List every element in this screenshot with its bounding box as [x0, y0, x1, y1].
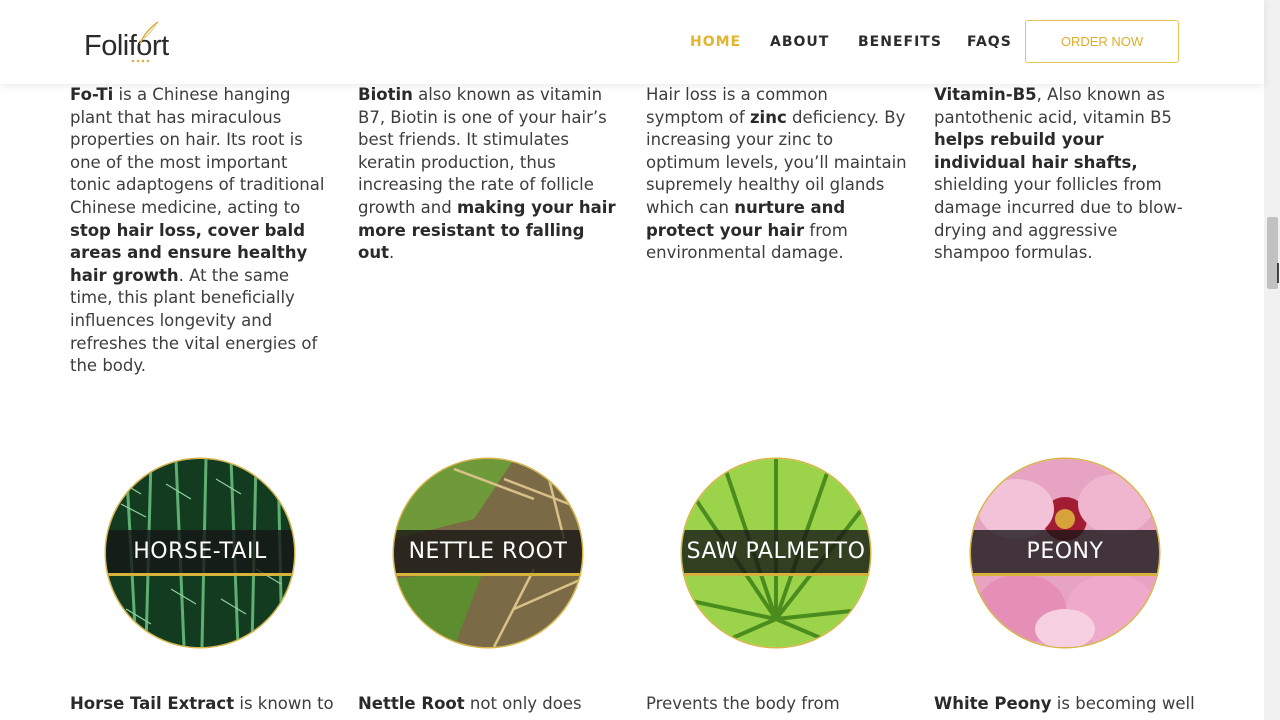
- fo-ti-description: Fo-Ti is a Chinese hanging plant that ha…: [70, 84, 332, 378]
- peony-image: PEONY: [971, 459, 1159, 647]
- text-segment: Vitamin-B5: [934, 85, 1037, 104]
- horsetail-label: HORSE-TAIL: [133, 539, 267, 564]
- text-segment: shielding your follicles from damage inc…: [934, 175, 1183, 263]
- nav-faqs[interactable]: FAQS: [967, 34, 1012, 50]
- peony-description: White Peony is becoming well: [934, 694, 1195, 713]
- nav-benefits[interactable]: BENEFITS: [858, 34, 942, 50]
- text-segment: zinc: [749, 107, 787, 127]
- text-segment: Fo-Ti: [70, 85, 114, 104]
- logo-dots-icon: [131, 59, 150, 63]
- order-now-button[interactable]: ORDER NOW: [1025, 20, 1179, 63]
- text-segment: Biotin: [358, 85, 413, 104]
- saw-palmetto-image: SAW PALMETTO: [682, 459, 870, 647]
- nav-about[interactable]: ABOUT: [770, 34, 829, 50]
- nettle-root-description: Nettle Root not only does: [358, 694, 582, 713]
- text-cursor-icon: [1277, 263, 1279, 283]
- saw-palmetto-description: Prevents the body from: [646, 694, 840, 713]
- logo-leaf-icon: [139, 21, 159, 45]
- site-header: Folifort HOME ABOUT BENEFITS FAQS ORDER …: [0, 0, 1264, 84]
- saw-palmetto-label: SAW PALMETTO: [686, 539, 866, 564]
- nettle-root-image: NETTLE ROOT: [394, 459, 582, 647]
- horsetail-description: Horse Tail Extract is known to: [70, 694, 334, 713]
- text-segment: .: [388, 243, 395, 263]
- text-segment: helps rebuild your individual hair shaft…: [934, 130, 1138, 172]
- text-segment: is a Chinese hanging plant that has mira…: [70, 85, 325, 217]
- biotin-description: Biotin also known as vitamin B7, Biotin …: [358, 84, 620, 265]
- nettle-root-label: NETTLE ROOT: [408, 539, 568, 564]
- nav-home[interactable]: HOME: [690, 34, 741, 50]
- scrollbar-track[interactable]: [1264, 0, 1280, 720]
- peony-label: PEONY: [1026, 539, 1104, 564]
- vitamin-b5-description: Vitamin-B5, Also known as pantothenic ac…: [934, 84, 1196, 265]
- horsetail-image: HORSE-TAIL: [106, 459, 294, 647]
- zinc-description: Hair loss is a common symptom of zinc de…: [646, 84, 908, 265]
